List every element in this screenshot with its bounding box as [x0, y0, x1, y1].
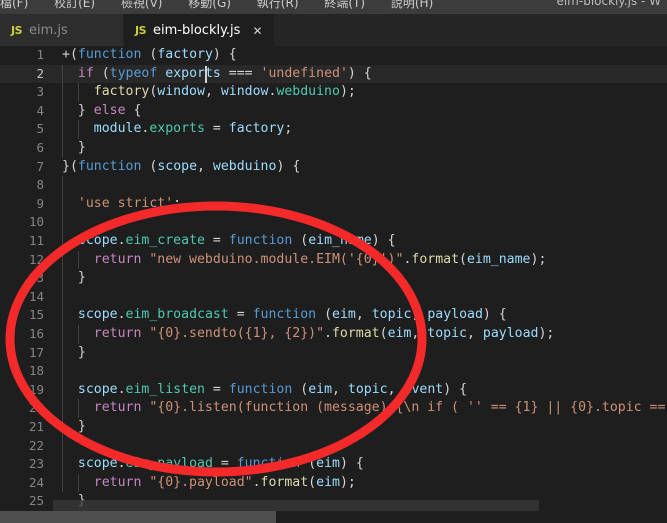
code-text: scope.eim_broadcast = function (eim, top…	[77, 307, 507, 323]
code-text: if (typeof exports === 'undefined') {	[77, 65, 372, 81]
code-line[interactable]: 20 return "{0}.listen(function (message)…	[0, 399, 667, 418]
indent-guide	[62, 176, 63, 195]
line-number: 13	[28, 270, 44, 286]
line-number: 12	[28, 251, 44, 267]
code-text: +(function (factory) {	[62, 47, 237, 62]
code-line[interactable]: 12 return "new webduino.module.EIM('{0}'…	[0, 250, 667, 270]
line-number: 19	[28, 381, 44, 397]
menu-item-run[interactable]: 執行(R)	[257, 0, 299, 10]
code-text: module.exports = factory;	[93, 121, 293, 137]
code-text: }(function (scope, webduino) {	[62, 158, 301, 174]
code-text: }	[62, 270, 86, 286]
code-line[interactable]: 13 }	[0, 269, 667, 288]
code-text: return "{0}.payload".format(eim);	[93, 474, 356, 490]
line-number: 21	[28, 419, 44, 434]
line-number: 1	[36, 47, 44, 62]
indent-guide	[62, 287, 63, 307]
indent-guide	[62, 213, 63, 232]
code-line[interactable]: 10	[0, 213, 667, 232]
line-number: 25	[28, 493, 44, 509]
code-text: return "{0}.sendto({1}, {2})".format(eim…	[93, 326, 555, 341]
line-number: 15	[28, 307, 44, 323]
code-text: return "{0}.listen(function (message) {\…	[93, 400, 667, 416]
tab-eim-blockly-js[interactable]: JS eim-blockly.js ✕	[124, 14, 275, 46]
menu-item-help[interactable]: 說明(H)	[391, 0, 433, 10]
javascript-file-icon: JS	[135, 24, 147, 37]
line-number: 9	[36, 195, 44, 211]
code-line[interactable]: 4 } else {	[0, 101, 667, 121]
tab-eim-js[interactable]: JS eim.js	[0, 14, 124, 46]
line-number: 7	[36, 158, 44, 174]
code-text: return "new webduino.module.EIM('{0}')".…	[93, 251, 547, 267]
code-line[interactable]: 18	[0, 362, 667, 381]
menu-item-view[interactable]: 檢視(V)	[121, 0, 163, 10]
line-number: 2	[36, 65, 44, 81]
line-number: 5	[36, 121, 44, 137]
line-number: 10	[28, 214, 44, 230]
code-text: }	[62, 140, 86, 155]
code-text: scope.eim_create = function (eim_name) {	[77, 233, 396, 248]
menu-item-edit[interactable]: 校訂(E)	[54, 0, 95, 10]
line-number: 11	[28, 233, 44, 248]
line-number: 20	[28, 400, 44, 416]
menu-item-go[interactable]: 移動(G)	[188, 0, 231, 10]
code-line[interactable]: 16 return "{0}.sendto({1}, {2})".format(…	[0, 325, 667, 344]
code-line[interactable]: 2 if (typeof exports === 'undefined') {	[0, 64, 667, 84]
indent-guide	[62, 362, 63, 381]
line-number: 3	[36, 84, 44, 100]
code-text: }	[62, 344, 86, 360]
javascript-file-icon: JS	[11, 23, 23, 37]
line-number: 8	[36, 177, 44, 193]
code-text: factory(window, window.webduino);	[93, 84, 356, 100]
code-line[interactable]: 15 scope.eim_broadcast = function (eim, …	[0, 306, 667, 325]
line-number: 22	[28, 437, 44, 453]
horizontal-scrollbar-thumb[interactable]	[0, 511, 276, 523]
window-title: eim-blockly.js - W	[556, 0, 661, 8]
line-number: 18	[28, 363, 44, 379]
menu-item-file[interactable]: 檔(F)	[0, 0, 28, 10]
code-line[interactable]: 8	[0, 176, 667, 195]
code-line[interactable]: 5 module.exports = factory;	[0, 120, 667, 139]
code-line[interactable]: 3 factory(window, window.webduino);	[0, 83, 667, 102]
code-text: scope.eim_payload = function (eim) {	[77, 456, 364, 472]
line-number: 14	[28, 288, 44, 304]
line-number: 16	[28, 326, 44, 341]
code-line[interactable]: 22	[0, 436, 667, 456]
code-line[interactable]: 19 scope.eim_listen = function (eim, top…	[0, 380, 667, 400]
vscode-window: 檔(F) 校訂(E) 檢視(V) 移動(G) 執行(R) 終端(T) 說明(H)…	[0, 0, 667, 523]
line-number: 24	[28, 474, 44, 490]
code-text: scope.eim_listen = function (eim, topic,…	[77, 381, 468, 397]
editor-tab-bar: JS eim.js JS eim-blockly.js ✕	[0, 14, 667, 46]
line-number: 17	[28, 344, 44, 360]
line-number: 4	[36, 102, 44, 118]
menu-item-terminal[interactable]: 終端(T)	[324, 0, 365, 10]
code-line[interactable]: 23 scope.eim_payload = function (eim) {	[0, 455, 667, 474]
code-text: }	[62, 419, 86, 434]
horizontal-scrollbar-track[interactable]	[0, 511, 667, 523]
line-number: 23	[28, 456, 44, 472]
text-cursor	[205, 65, 208, 83]
line-number: 6	[36, 140, 44, 155]
code-line[interactable]: 6 }	[0, 139, 667, 158]
code-editor[interactable]: 1 +(function (factory) { 2 if (typeof expo…	[0, 46, 667, 523]
close-icon[interactable]: ✕	[252, 25, 262, 37]
menu-bar: 檔(F) 校訂(E) 檢視(V) 移動(G) 執行(R) 終端(T) 說明(H)…	[0, 0, 667, 14]
code-line[interactable]: 14	[0, 287, 667, 307]
code-line[interactable]: 24 return "{0}.payload".format(eim);	[0, 473, 667, 493]
code-line[interactable]: 7 }(function (scope, webduino) {	[0, 158, 667, 177]
tab-label: eim.js	[29, 22, 68, 38]
editor-bottom-overlay	[53, 500, 539, 511]
code-line[interactable]: 21 }	[0, 418, 667, 437]
code-line[interactable]: 11 scope.eim_create = function (eim_name…	[0, 232, 667, 251]
code-text: 'use strict';	[77, 195, 182, 211]
menu-bar-items[interactable]: 檔(F) 校訂(E) 檢視(V) 移動(G) 執行(R) 終端(T) 說明(H)	[0, 0, 455, 11]
indent-guide	[62, 436, 63, 456]
tab-label: eim-blockly.js	[153, 23, 241, 38]
code-text: } else {	[62, 102, 142, 118]
code-line[interactable]: 17 }	[0, 343, 667, 363]
code-line[interactable]: 9 'use strict';	[0, 194, 667, 214]
code-line[interactable]: 1 +(function (factory) {	[0, 46, 667, 65]
